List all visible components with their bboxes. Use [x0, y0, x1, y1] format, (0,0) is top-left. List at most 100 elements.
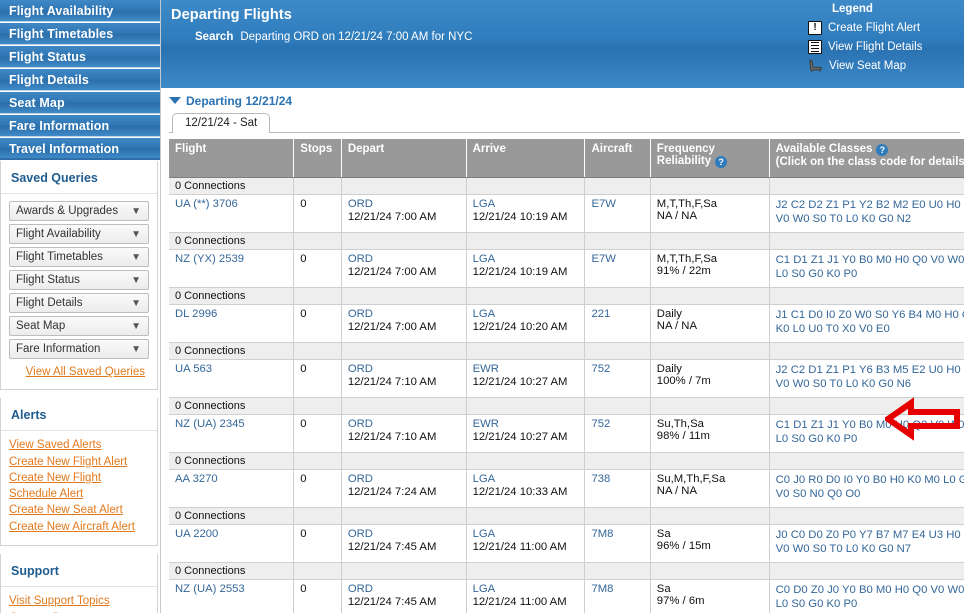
classes-line-1[interactable]: C0 J0 R0 D0 I0 Y0 B0 H0 K0 M0 L0 G0	[776, 473, 964, 487]
legend-item-view-seat-map[interactable]: View Seat Map	[808, 56, 958, 75]
nav-item-flight-status[interactable]: Flight Status	[0, 46, 160, 68]
column-header-frequency-reliability[interactable]: Frequency Reliability?	[650, 139, 770, 178]
cell-flight[interactable]: UA (**) 3706	[169, 194, 295, 233]
aircraft-link[interactable]: 752	[591, 418, 610, 430]
cell-classes[interactable]: C0 J0 R0 D0 I0 Y0 B0 H0 K0 M0 L0 G0 V0 S0…	[769, 469, 964, 508]
nav-item-seat-map[interactable]: Seat Map	[0, 92, 160, 114]
classes-line-1[interactable]: J0 C0 D0 Z0 P0 Y7 B7 M7 E4 U3 H0 Q0	[776, 528, 964, 542]
cell-aircraft[interactable]: 221	[584, 304, 651, 343]
flight-number-link[interactable]: NZ (UA) 2553	[175, 583, 245, 595]
cell-classes[interactable]: J2 C2 D1 Z1 P1 Y6 B3 M5 E2 U0 H0 Q0 V0 W0…	[769, 359, 964, 398]
depart-airport-link[interactable]: ORD	[348, 253, 373, 265]
classes-line-1[interactable]: J2 C2 D2 Z1 P1 Y2 B2 M2 E0 U0 H0 Q0	[776, 198, 964, 212]
depart-airport-link[interactable]: ORD	[348, 198, 373, 210]
classes-line-2[interactable]: V0 W0 S0 T0 L0 K0 G0 N6	[776, 377, 964, 391]
create-new-aircraft-alert-link[interactable]: Create New Aircraft Alert	[9, 520, 149, 536]
cell-flight[interactable]: NZ (UA) 2553	[169, 579, 295, 613]
view-all-saved-queries-link[interactable]: View All Saved Queries	[26, 366, 145, 378]
saved-query-select-seat-map[interactable]: Seat Map ▼	[9, 316, 149, 336]
aircraft-link[interactable]: E7W	[591, 253, 615, 265]
depart-airport-link[interactable]: ORD	[348, 528, 373, 540]
column-header-stops[interactable]: Stops	[293, 139, 342, 178]
table-row[interactable]: AA 3270 0 ORD 12/21/24 7:24 AM LGA 12/21/2…	[169, 469, 964, 508]
classes-line-1[interactable]: C1 D1 Z1 J1 Y0 B0 M0 H0 Q0 V0 W0 T0	[776, 418, 964, 432]
nav-item-flight-availability[interactable]: Flight Availability	[0, 0, 160, 22]
cell-classes[interactable]: C1 D1 Z1 J1 Y0 B0 M0 H0 Q0 V0 W0 T0 L0 S0…	[769, 249, 964, 288]
aircraft-link[interactable]: 7M8	[591, 583, 613, 595]
create-new-seat-alert-link[interactable]: Create New Seat Alert	[9, 503, 149, 519]
cell-flight[interactable]: NZ (UA) 2345	[169, 414, 295, 453]
classes-line-2[interactable]: V0 W0 S0 T0 L0 K0 G0 N7	[776, 542, 964, 556]
saved-query-select-flight-availability[interactable]: Flight Availability ▼	[9, 224, 149, 244]
cell-flight[interactable]: DL 2996	[169, 304, 295, 343]
nav-item-flight-timetables[interactable]: Flight Timetables	[0, 23, 160, 45]
column-header-flight[interactable]: Flight	[169, 139, 295, 178]
legend-item-view-flight-details[interactable]: View Flight Details	[808, 37, 958, 56]
aircraft-link[interactable]: 738	[591, 473, 610, 485]
cell-flight[interactable]: NZ (YX) 2539	[169, 249, 295, 288]
column-header-available-classes[interactable]: Available Classes? (Click on the class c…	[769, 139, 964, 178]
cell-aircraft[interactable]: 7M8	[584, 579, 651, 613]
table-row[interactable]: NZ (UA) 2345 0 ORD 12/21/24 7:10 AM EWR 12…	[169, 414, 964, 453]
cell-flight[interactable]: UA 2200	[169, 524, 295, 563]
table-row[interactable]: UA (**) 3706 0 ORD 12/21/24 7:00 AM LGA 12…	[169, 194, 964, 233]
column-header-arrive[interactable]: Arrive	[466, 139, 586, 178]
nav-item-travel-information[interactable]: Travel Information	[0, 138, 160, 160]
classes-line-2[interactable]: L0 S0 G0 K0 P0	[776, 597, 964, 611]
table-row[interactable]: NZ (UA) 2553 0 ORD 12/21/24 7:45 AM LGA 12…	[169, 579, 964, 613]
depart-airport-link[interactable]: ORD	[348, 473, 373, 485]
help-icon[interactable]: ?	[715, 156, 728, 168]
aircraft-link[interactable]: 7M8	[591, 528, 613, 540]
help-icon[interactable]: ?	[876, 144, 889, 156]
aircraft-link[interactable]: E7W	[591, 198, 615, 210]
aircraft-link[interactable]: 752	[591, 363, 610, 375]
cell-aircraft[interactable]: E7W	[584, 194, 651, 233]
arrive-airport-link[interactable]: LGA	[473, 253, 496, 265]
table-row[interactable]: UA 2200 0 ORD 12/21/24 7:45 AM LGA 12/21/2…	[169, 524, 964, 563]
classes-line-1[interactable]: C0 D0 Z0 J0 Y0 B0 M0 H0 Q0 V0 W0 T0	[776, 583, 964, 597]
flight-number-link[interactable]: NZ (UA) 2345	[175, 418, 245, 430]
flight-number-link[interactable]: UA 563	[175, 363, 212, 375]
classes-line-2[interactable]: V0 W0 S0 T0 L0 K0 G0 N2	[776, 212, 964, 226]
cell-classes[interactable]: J2 C2 D2 Z1 P1 Y2 B2 M2 E0 U0 H0 Q0 V0 W0…	[769, 194, 964, 233]
classes-line-1[interactable]: J1 C1 D0 I0 Z0 W0 S0 Y6 B4 M0 H0 Q0	[776, 308, 964, 322]
flight-number-link[interactable]: AA 3270	[175, 473, 218, 485]
create-new-flight-schedule-alert-link[interactable]: Create New Flight Schedule Alert	[9, 471, 149, 502]
saved-query-select-flight-status[interactable]: Flight Status ▼	[9, 270, 149, 290]
arrive-airport-link[interactable]: EWR	[473, 363, 499, 375]
table-row[interactable]: DL 2996 0 ORD 12/21/24 7:00 AM LGA 12/21/2…	[169, 304, 964, 343]
depart-airport-link[interactable]: ORD	[348, 583, 373, 595]
classes-line-1[interactable]: C1 D1 Z1 J1 Y0 B0 M0 H0 Q0 V0 W0 T0	[776, 253, 964, 267]
cell-aircraft[interactable]: 738	[584, 469, 651, 508]
classes-line-2[interactable]: L0 S0 G0 K0 P0	[776, 432, 964, 446]
arrive-airport-link[interactable]: LGA	[473, 528, 496, 540]
saved-query-select-flight-timetables[interactable]: Flight Timetables ▼	[9, 247, 149, 267]
depart-airport-link[interactable]: ORD	[348, 308, 373, 320]
classes-line-1[interactable]: J2 C2 D1 Z1 P1 Y6 B3 M5 E2 U0 H0 Q0	[776, 363, 964, 377]
flight-number-link[interactable]: DL 2996	[175, 308, 217, 320]
table-row[interactable]: NZ (YX) 2539 0 ORD 12/21/24 7:00 AM LGA 12…	[169, 249, 964, 288]
tab-12-21-24-sat[interactable]: 12/21/24 - Sat	[172, 113, 271, 133]
cell-classes[interactable]: C1 D1 Z1 J1 Y0 B0 M0 H0 Q0 V0 W0 T0 L0 S0…	[769, 414, 964, 453]
create-new-flight-alert-link[interactable]: Create New Flight Alert	[9, 455, 149, 471]
column-header-depart[interactable]: Depart	[341, 139, 467, 178]
classes-line-2[interactable]: K0 L0 U0 T0 X0 V0 E0	[776, 322, 964, 336]
flight-number-link[interactable]: UA (**) 3706	[175, 198, 238, 210]
aircraft-link[interactable]: 221	[591, 308, 610, 320]
nav-item-fare-information[interactable]: Fare Information	[0, 115, 160, 137]
saved-query-select-fare-information[interactable]: Fare Information ▼	[9, 339, 149, 359]
cell-aircraft[interactable]: 752	[584, 359, 651, 398]
column-header-aircraft[interactable]: Aircraft	[584, 139, 651, 178]
cell-aircraft[interactable]: 7M8	[584, 524, 651, 563]
depart-airport-link[interactable]: ORD	[348, 418, 373, 430]
classes-line-2[interactable]: V0 S0 N0 Q0 O0	[776, 487, 964, 501]
arrive-airport-link[interactable]: LGA	[473, 308, 496, 320]
cell-classes[interactable]: J0 C0 D0 Z0 P0 Y7 B7 M7 E4 U3 H0 Q0 V0 W0…	[769, 524, 964, 563]
table-row[interactable]: UA 563 0 ORD 12/21/24 7:10 AM EWR 12/21/24…	[169, 359, 964, 398]
cell-classes[interactable]: J1 C1 D0 I0 Z0 W0 S0 Y6 B4 M0 H0 Q0 K0 L0…	[769, 304, 964, 343]
view-saved-alerts-link[interactable]: View Saved Alerts	[9, 438, 149, 454]
legend-item-create-flight-alert[interactable]: ! Create Flight Alert	[808, 18, 958, 37]
flight-number-link[interactable]: NZ (YX) 2539	[175, 253, 244, 265]
cell-classes[interactable]: C0 D0 Z0 J0 Y0 B0 M0 H0 Q0 V0 W0 T0 L0 S0…	[769, 579, 964, 613]
departing-disclosure-toggle[interactable]: Departing 12/21/24	[169, 92, 964, 109]
